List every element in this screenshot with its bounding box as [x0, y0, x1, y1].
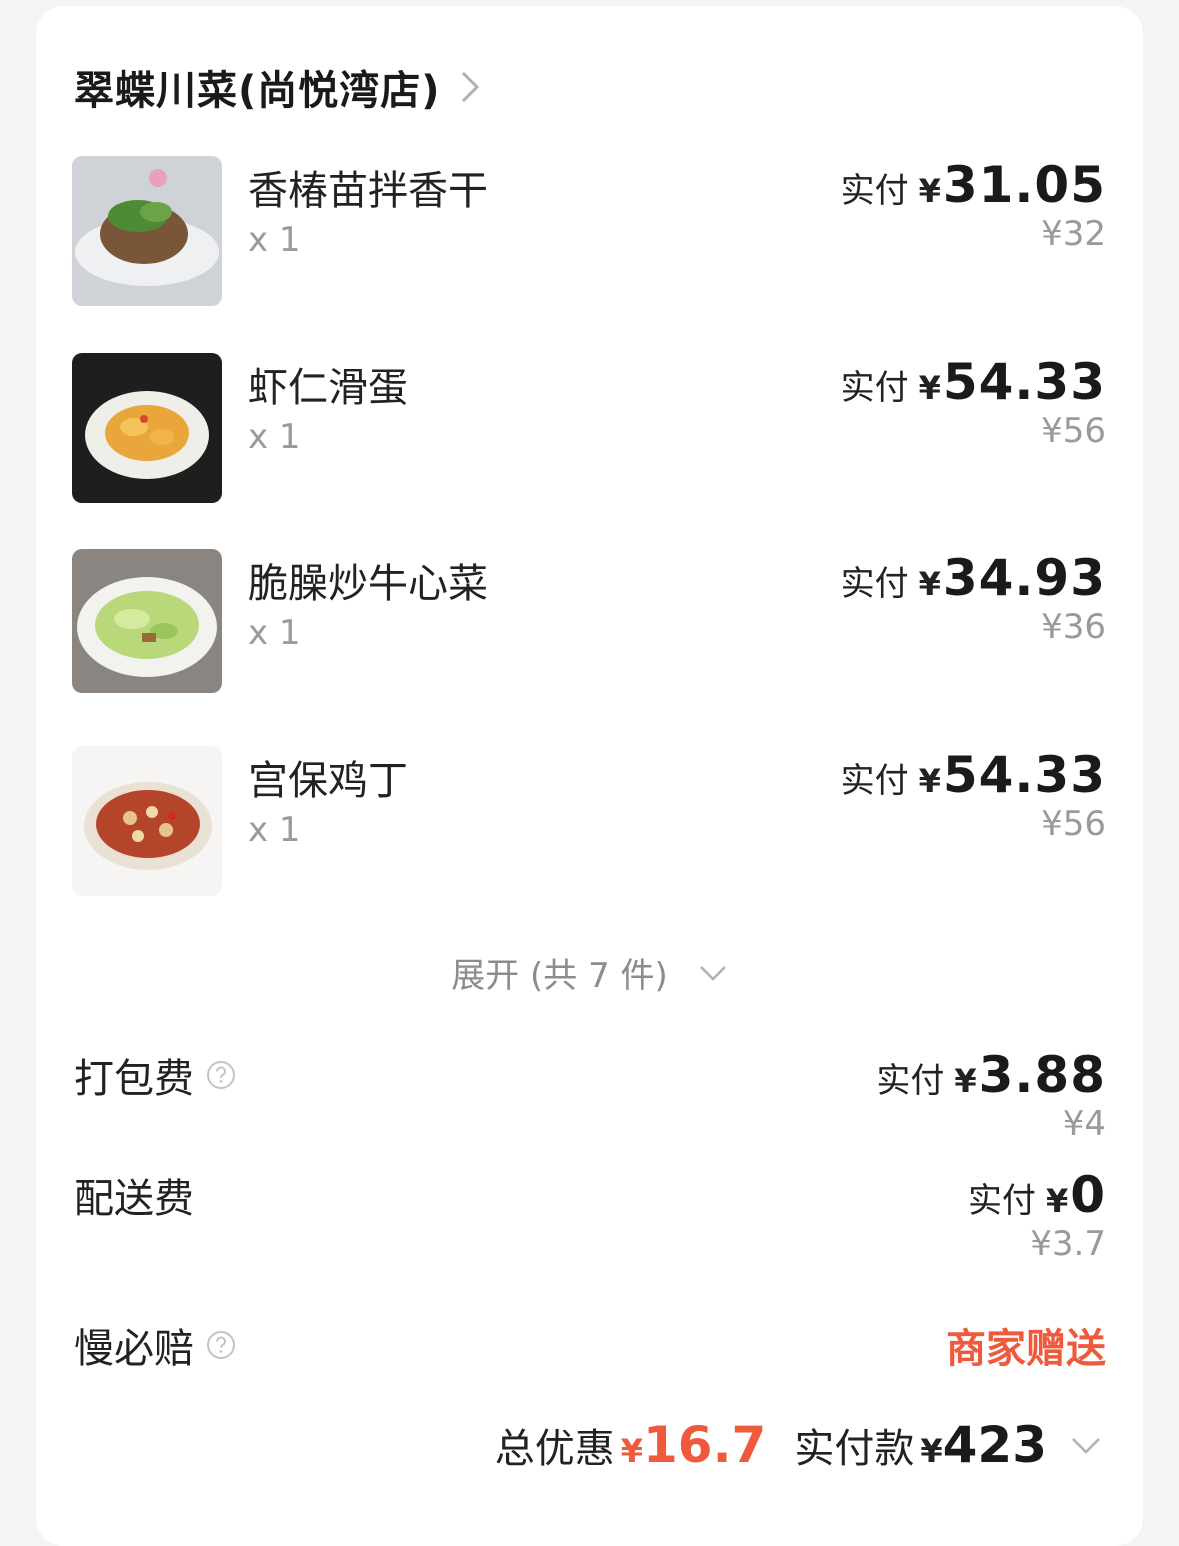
order-card: 翠蝶川菜(尚悦湾店) 香椿苗拌香干 x 1 实付 ¥ 31.05 ¥32 虾仁滑… — [36, 6, 1143, 1546]
late-guarantee-label-group: 慢必赔 — [74, 1316, 236, 1374]
paid-amount: 54.33 — [942, 353, 1106, 411]
expand-items-button[interactable]: 展开 (共 7 件) — [36, 948, 1143, 997]
currency-symbol: ¥ — [918, 565, 941, 603]
packing-fee-original: ¥4 — [1062, 1104, 1106, 1144]
paid-price: 实付 ¥ 31.05 — [841, 156, 1106, 214]
paid-amount: 34.93 — [942, 549, 1106, 607]
total-paid-label: 实付款 — [794, 1426, 915, 1472]
dish-name: 虾仁滑蛋 — [248, 365, 408, 411]
paid-label: 实付 — [840, 761, 909, 801]
delivery-fee-paid: 实付 ¥ 0 — [968, 1166, 1106, 1224]
expand-label[interactable]: 展开 (共 7 件) — [451, 948, 668, 997]
dish-image[interactable] — [72, 156, 222, 306]
dish-quantity: x 1 — [248, 810, 301, 850]
order-item[interactable]: 香椿苗拌香干 x 1 实付 ¥ 31.05 ¥32 — [72, 156, 1106, 308]
currency-symbol: ¥ — [620, 1432, 643, 1470]
paid-label: 实付 — [840, 564, 909, 604]
currency-symbol: ¥ — [918, 369, 941, 407]
paid-label: 实付 — [840, 368, 909, 408]
late-guarantee-label: 慢必赔 — [74, 1326, 194, 1372]
total-paid-amount: 423 — [942, 1416, 1047, 1474]
dish-quantity: x 1 — [248, 613, 301, 653]
dish-image[interactable] — [72, 746, 222, 896]
dish-image[interactable] — [72, 353, 222, 503]
currency-symbol: ¥ — [920, 1432, 943, 1470]
original-price: ¥56 — [1041, 804, 1106, 844]
delivery-fee-label-group: 配送费 — [74, 1166, 194, 1224]
dish-quantity: x 1 — [248, 417, 301, 457]
chevron-down-icon[interactable] — [698, 963, 728, 983]
currency-symbol: ¥ — [918, 172, 941, 210]
store-header[interactable]: 翠蝶川菜(尚悦湾店) — [74, 58, 485, 116]
currency-symbol: ¥ — [918, 762, 941, 800]
merchant-gift-label: 商家赠送 — [946, 1326, 1106, 1372]
original-price: ¥32 — [1041, 214, 1106, 254]
paid-amount: 0 — [1070, 1166, 1106, 1224]
total-discount-label: 总优惠 — [494, 1426, 615, 1472]
order-item[interactable]: 脆臊炒牛心菜 x 1 实付 ¥ 34.93 ¥36 — [72, 549, 1106, 701]
store-name[interactable]: 翠蝶川菜(尚悦湾店) — [74, 58, 441, 116]
order-item[interactable]: 虾仁滑蛋 x 1 实付 ¥ 54.33 ¥56 — [72, 353, 1106, 505]
total-discount-amount: 16.7 — [642, 1416, 767, 1474]
packing-fee-label: 打包费 — [74, 1056, 194, 1102]
paid-amount: 54.33 — [942, 746, 1106, 804]
paid-price: 实付 ¥ 34.93 — [841, 549, 1106, 607]
order-total: 总优惠 ¥ 16.7 实付款 ¥ 423 — [495, 1416, 1103, 1474]
currency-symbol: ¥ — [1045, 1182, 1069, 1220]
paid-amount: 3.88 — [978, 1046, 1106, 1104]
help-icon[interactable] — [206, 1060, 236, 1090]
dish-name: 脆臊炒牛心菜 — [248, 561, 488, 607]
currency-symbol: ¥ — [954, 1062, 977, 1100]
chevron-down-icon[interactable] — [1069, 1434, 1103, 1456]
order-item[interactable]: 宫保鸡丁 x 1 实付 ¥ 54.33 ¥56 — [72, 746, 1106, 898]
original-price: ¥56 — [1041, 411, 1106, 451]
paid-label: 实付 — [967, 1181, 1036, 1221]
packing-fee-paid: 实付 ¥ 3.88 — [876, 1046, 1106, 1104]
dish-name: 香椿苗拌香干 — [248, 168, 488, 214]
delivery-fee-label: 配送费 — [74, 1176, 194, 1222]
dish-name: 宫保鸡丁 — [248, 758, 408, 804]
paid-price: 实付 ¥ 54.33 — [841, 353, 1106, 411]
original-price: ¥36 — [1041, 607, 1106, 647]
paid-label: 实付 — [840, 171, 909, 211]
dish-quantity: x 1 — [248, 220, 301, 260]
help-icon[interactable] — [206, 1330, 236, 1360]
paid-label: 实付 — [876, 1061, 945, 1101]
dish-image[interactable] — [72, 549, 222, 693]
paid-price: 实付 ¥ 54.33 — [841, 746, 1106, 804]
chevron-right-icon[interactable] — [455, 67, 485, 107]
paid-amount: 31.05 — [942, 156, 1106, 214]
packing-fee-label-group: 打包费 — [74, 1046, 236, 1104]
delivery-fee-original: ¥3.7 — [1030, 1224, 1106, 1264]
